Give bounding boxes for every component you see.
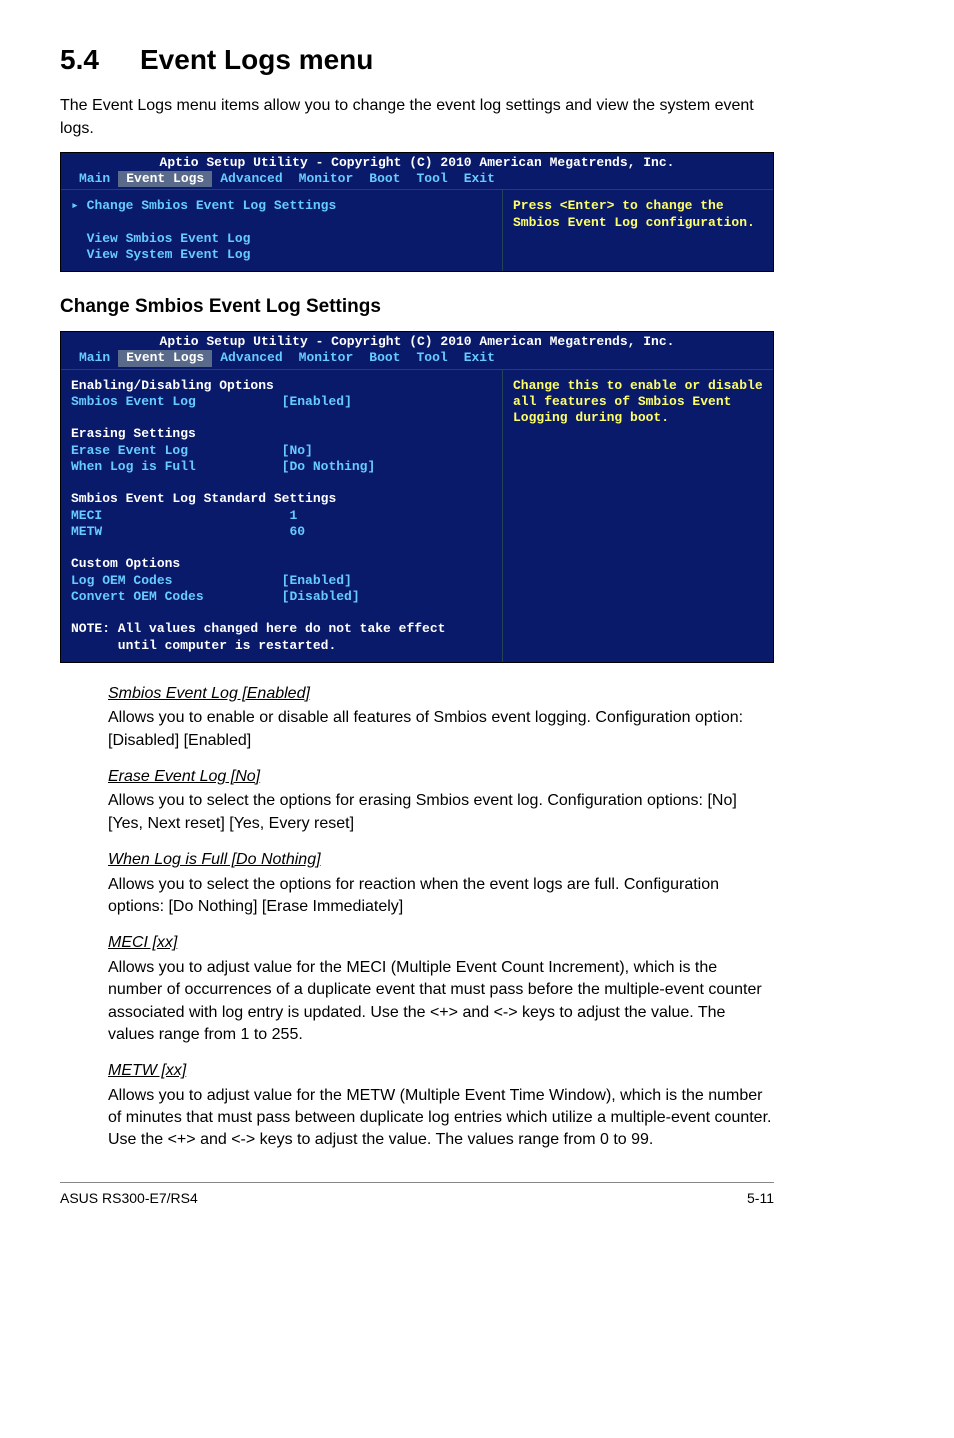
setting-label: Erase Event Log (71, 443, 188, 458)
bios-tab-boot: Boot (361, 350, 408, 366)
page-footer: ASUS RS300-E7/RS4 5-11 (60, 1182, 774, 1209)
bios-tab-tool: Tool (408, 171, 455, 187)
setting-value: [Enabled] (282, 573, 352, 588)
setting-value: 1 (289, 508, 297, 523)
bios-title: Aptio Setup Utility - Copyright (C) 2010… (61, 332, 773, 350)
bios-tab-monitor: Monitor (291, 171, 362, 187)
bios-tab-main: Main (71, 350, 118, 366)
bios-title: Aptio Setup Utility - Copyright (C) 2010… (61, 153, 773, 171)
menu-item: View System Event Log (87, 247, 251, 262)
note-text: NOTE: All values changed here do not tak… (71, 621, 445, 652)
desc-text: Allows you to select the options for rea… (108, 874, 774, 919)
bios-tab-row: Main Event Logs Advanced Monitor Boot To… (61, 350, 773, 369)
section-head: Enabling/Disabling Options (71, 378, 274, 393)
desc-block: MECI [xx] Allows you to adjust value for… (108, 932, 774, 1046)
page-title: 5.4Event Logs menu (60, 40, 774, 79)
setting-value: [Do Nothing] (282, 459, 376, 474)
desc-text: Allows you to adjust value for the MECI … (108, 957, 774, 1047)
bios-screenshot-1: Aptio Setup Utility - Copyright (C) 2010… (60, 152, 774, 273)
setting-label: Smbios Event Log (71, 394, 196, 409)
desc-title: When Log is Full [Do Nothing] (108, 849, 774, 871)
bios-tab-exit: Exit (456, 171, 503, 187)
bios-body: ▸ Change Smbios Event Log Settings View … (61, 190, 773, 271)
desc-block: METW [xx] Allows you to adjust value for… (108, 1060, 774, 1152)
desc-title: METW [xx] (108, 1060, 774, 1082)
bios-tab-advanced: Advanced (212, 171, 290, 187)
setting-value: [Enabled] (282, 394, 352, 409)
bios-help-panel: Change this to enable or disable all fea… (503, 370, 773, 662)
menu-item: Change Smbios Event Log Settings (87, 198, 337, 213)
footer-left: ASUS RS300-E7/RS4 (60, 1189, 198, 1209)
setting-value: [No] (282, 443, 313, 458)
section-head: Smbios Event Log Standard Settings (71, 491, 336, 506)
setting-value: [Disabled] (282, 589, 360, 604)
bios-tab-monitor: Monitor (291, 350, 362, 366)
desc-title: Erase Event Log [No] (108, 766, 774, 788)
setting-label: MECI (71, 508, 102, 523)
bios-tab-event-logs: Event Logs (118, 171, 212, 187)
bios-screenshot-2: Aptio Setup Utility - Copyright (C) 2010… (60, 331, 774, 663)
menu-item: View Smbios Event Log (87, 231, 251, 246)
setting-label: Convert OEM Codes (71, 589, 204, 604)
section-head: Custom Options (71, 556, 180, 571)
section-title: Event Logs menu (140, 44, 373, 75)
sub-heading: Change Smbios Event Log Settings (60, 294, 774, 321)
setting-label: METW (71, 524, 102, 539)
desc-title: Smbios Event Log [Enabled] (108, 683, 774, 705)
desc-text: Allows you to enable or disable all feat… (108, 707, 774, 752)
desc-text: Allows you to adjust value for the METW … (108, 1085, 774, 1152)
bios-tab-exit: Exit (456, 350, 503, 366)
section-head: Erasing Settings (71, 426, 196, 441)
desc-title: MECI [xx] (108, 932, 774, 954)
bios-tab-main: Main (71, 171, 118, 187)
desc-block: Erase Event Log [No] Allows you to selec… (108, 766, 774, 835)
intro-text: The Event Logs menu items allow you to c… (60, 95, 774, 140)
section-number: 5.4 (60, 40, 140, 79)
bios-body: Enabling/Disabling Options Smbios Event … (61, 370, 773, 662)
bios-tab-tool: Tool (408, 350, 455, 366)
setting-label: Log OEM Codes (71, 573, 172, 588)
desc-block: When Log is Full [Do Nothing] Allows you… (108, 849, 774, 918)
bios-help-panel: Press <Enter> to change the Smbios Event… (503, 190, 773, 271)
setting-label: When Log is Full (71, 459, 196, 474)
desc-text: Allows you to select the options for era… (108, 790, 774, 835)
bios-tab-advanced: Advanced (212, 350, 290, 366)
desc-block: Smbios Event Log [Enabled] Allows you to… (108, 683, 774, 752)
bios-left-panel: Enabling/Disabling Options Smbios Event … (61, 370, 503, 662)
arrow-icon: ▸ (71, 198, 87, 213)
setting-value: 60 (289, 524, 305, 539)
bios-tab-boot: Boot (361, 171, 408, 187)
bios-left-panel: ▸ Change Smbios Event Log Settings View … (61, 190, 503, 271)
bios-tab-row: Main Event Logs Advanced Monitor Boot To… (61, 171, 773, 190)
footer-right: 5-11 (747, 1189, 774, 1209)
bios-tab-event-logs: Event Logs (118, 350, 212, 366)
